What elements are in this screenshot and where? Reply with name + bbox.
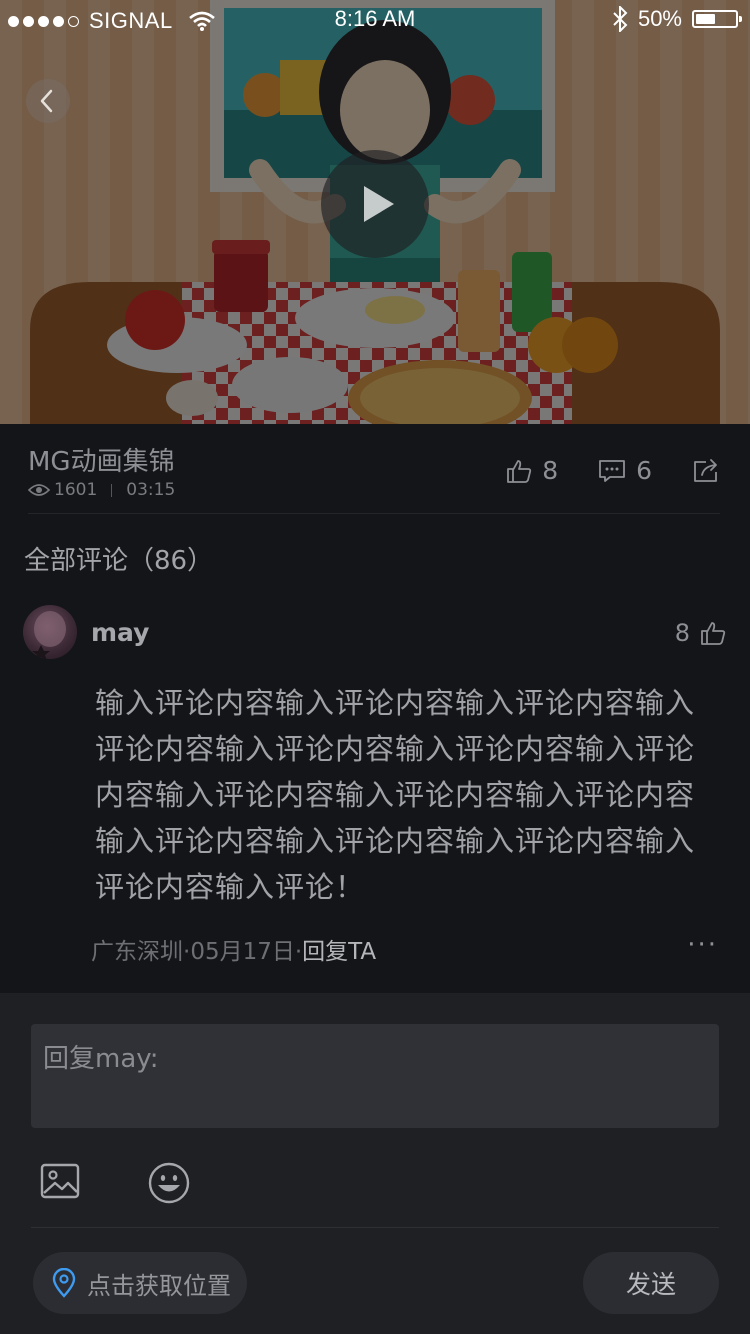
thumbs-up-icon [701,622,726,645]
insert-emoji-button[interactable] [148,1162,190,1208]
comments-header: 全部评论（86） [24,546,214,576]
emoji-icon [148,1162,190,1204]
insert-image-button[interactable] [40,1163,80,1203]
comment-date: 05月17日 [190,939,295,965]
like-count: 8 [542,456,559,485]
location-pin-icon [52,1268,76,1298]
play-icon [364,186,394,222]
battery-level [696,14,715,24]
composer-divider [31,1227,719,1228]
bluetooth-icon [613,6,628,32]
comment-like-count: 8 [674,619,690,647]
video-duration: 03:15 [126,480,176,500]
back-button[interactable] [26,79,70,123]
video-meta: 1601 03:15 [28,480,175,500]
chevron-left-icon [40,89,53,113]
thumbs-up-icon [507,459,532,483]
comment-count: 6 [636,456,652,485]
share-icon [694,458,717,482]
comment-button[interactable]: 6 [598,456,652,485]
reply-link[interactable]: 回复TA [302,939,376,965]
video-info: MG动画集锦 1601 03:15 8 6 [0,424,750,514]
get-location-button[interactable]: 点击获取位置 [33,1252,247,1314]
comment-meta: 广东深圳·05月17日·回复TA [91,932,376,966]
info-divider [28,513,720,514]
comment-location: 广东深圳 [91,939,183,965]
more-options-button[interactable]: ··· [687,930,718,960]
avatar-image [32,611,66,659]
comment-text: 输入评论内容输入评论内容输入评论内容输入评论内容输入评论内容输入评论内容输入评论… [95,686,696,904]
meta-separator [111,483,113,497]
battery-icon [692,10,742,28]
eye-icon [28,484,50,496]
view-count: 1601 [54,480,98,500]
avatar[interactable] [23,605,77,659]
location-label: 点击获取位置 [87,1271,231,1300]
video-player[interactable] [0,0,750,424]
video-title: MG动画集锦 [28,447,175,477]
comment-like-button[interactable]: 8 [675,619,726,647]
like-button[interactable]: 8 [506,456,558,485]
comment-username[interactable]: may [91,618,149,647]
status-bar: SIGNAL 8:16 AM 50% [0,0,750,40]
comment-icon [599,459,625,482]
reply-input[interactable] [31,1024,719,1128]
play-button[interactable] [321,150,429,258]
send-button[interactable]: 发送 [583,1252,719,1314]
share-button[interactable] [692,458,720,484]
battery-percent: 50% [637,6,682,31]
image-icon [40,1163,80,1199]
reply-composer: 点击获取位置 发送 [0,993,750,1334]
